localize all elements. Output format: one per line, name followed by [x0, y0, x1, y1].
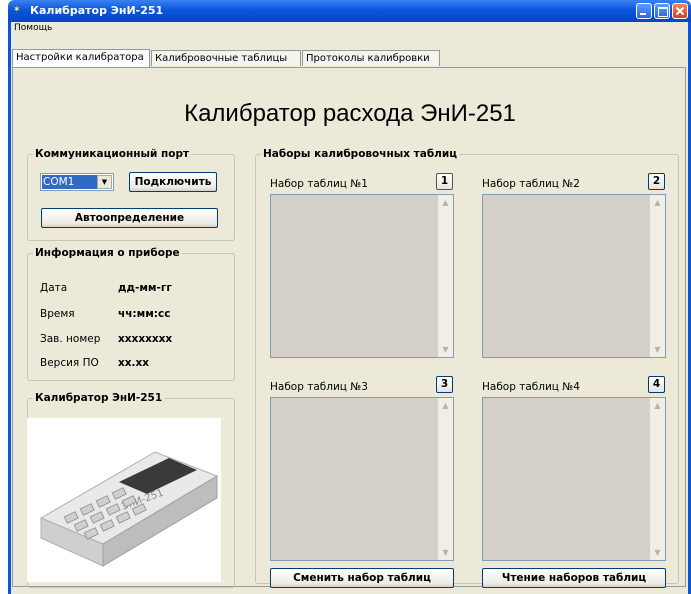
- set3-label: Набор таблиц №3: [270, 381, 368, 393]
- set3-list[interactable]: ▲ ▼: [270, 397, 454, 561]
- tab-settings[interactable]: Настройки калибратора: [12, 49, 150, 67]
- scroll-up-icon[interactable]: ▲: [651, 399, 664, 412]
- title-bar: ✶ Калибратор ЭнИ-251: [8, 0, 691, 22]
- port-select[interactable]: COM1 ▼: [40, 173, 114, 191]
- date-label: Дата: [40, 282, 68, 294]
- set3-number-button[interactable]: 3: [436, 376, 453, 393]
- table-sets-group-label: Наборы калибровочных таблиц: [261, 148, 459, 160]
- port-select-value: COM1: [42, 175, 98, 189]
- scroll-down-icon[interactable]: ▼: [439, 343, 452, 356]
- firmware-value: xx.xx: [118, 357, 150, 369]
- page-title: Калибратор расхода ЭнИ-251: [184, 100, 516, 127]
- serial-label: Зав. номер: [40, 333, 101, 345]
- device-info-group-label: Информация о приборе: [33, 247, 182, 259]
- window-title: Калибратор ЭнИ-251: [30, 4, 164, 17]
- tab-protocols[interactable]: Протоколы калибровки: [302, 50, 440, 66]
- read-sets-button[interactable]: Чтение наборов таблиц: [482, 568, 666, 588]
- set4-scrollbar[interactable]: ▲ ▼: [650, 398, 665, 560]
- maximize-button[interactable]: [654, 3, 670, 19]
- serial-value: xxxxxxxx: [118, 333, 173, 345]
- comm-port-group: Коммуникационный порт COM1 ▼ Подключить …: [27, 148, 235, 241]
- comm-port-group-label: Коммуникационный порт: [33, 148, 192, 160]
- scroll-up-icon[interactable]: ▲: [651, 196, 664, 209]
- close-icon: [675, 6, 685, 16]
- menu-bar: Помощь: [11, 22, 688, 36]
- scroll-up-icon[interactable]: ▲: [439, 399, 452, 412]
- settings-page: Калибратор расхода ЭнИ-251 Коммуникацион…: [12, 67, 686, 588]
- minimize-icon: [640, 13, 646, 15]
- calibrator-device-illustration: ЭнИ-251: [39, 451, 219, 567]
- calibrator-photo: ЭнИ-251: [27, 418, 221, 582]
- time-label: Время: [40, 308, 75, 320]
- connect-button[interactable]: Подключить: [129, 172, 217, 192]
- set1-list[interactable]: ▲ ▼: [270, 194, 454, 358]
- date-value: дд-мм-гг: [118, 282, 172, 294]
- set2-number-button[interactable]: 2: [648, 173, 665, 190]
- set1-number-button[interactable]: 1: [436, 173, 453, 190]
- change-set-button[interactable]: Сменить набор таблиц: [270, 568, 454, 588]
- set1-label: Набор таблиц №1: [270, 178, 368, 190]
- set2-scrollbar[interactable]: ▲ ▼: [650, 195, 665, 357]
- set3-scrollbar[interactable]: ▲ ▼: [438, 398, 453, 560]
- minimize-button[interactable]: [636, 3, 652, 19]
- set2-list[interactable]: ▲ ▼: [482, 194, 666, 358]
- app-icon: ✶: [13, 5, 21, 15]
- app-window: ✶ Калибратор ЭнИ-251 Помощь Настройки ка…: [8, 0, 691, 594]
- menu-help[interactable]: Помощь: [14, 23, 52, 33]
- scroll-up-icon[interactable]: ▲: [439, 196, 452, 209]
- set4-label: Набор таблиц №4: [482, 381, 580, 393]
- set1-scrollbar[interactable]: ▲ ▼: [438, 195, 453, 357]
- window-body: Помощь Настройки калибратора Калибровочн…: [8, 22, 691, 594]
- set4-list[interactable]: ▲ ▼: [482, 397, 666, 561]
- scroll-down-icon[interactable]: ▼: [651, 546, 664, 559]
- set2-label: Набор таблиц №2: [482, 178, 580, 190]
- scroll-down-icon[interactable]: ▼: [439, 546, 452, 559]
- autodetect-button[interactable]: Автоопределение: [41, 208, 218, 228]
- tab-calibration-tables[interactable]: Калибровочные таблицы: [151, 50, 301, 66]
- set4-number-button[interactable]: 4: [648, 376, 665, 393]
- close-button[interactable]: [672, 3, 688, 19]
- chevron-down-icon[interactable]: ▼: [97, 175, 112, 189]
- firmware-label: Версия ПО: [40, 357, 99, 369]
- time-value: чч:мм:сс: [118, 308, 171, 320]
- maximize-icon: [658, 7, 668, 17]
- device-info-group: Информация о приборе Дата дд-мм-гг Время…: [27, 247, 235, 381]
- scroll-down-icon[interactable]: ▼: [651, 343, 664, 356]
- calibrator-group-label: Калибратор ЭнИ-251: [33, 392, 165, 404]
